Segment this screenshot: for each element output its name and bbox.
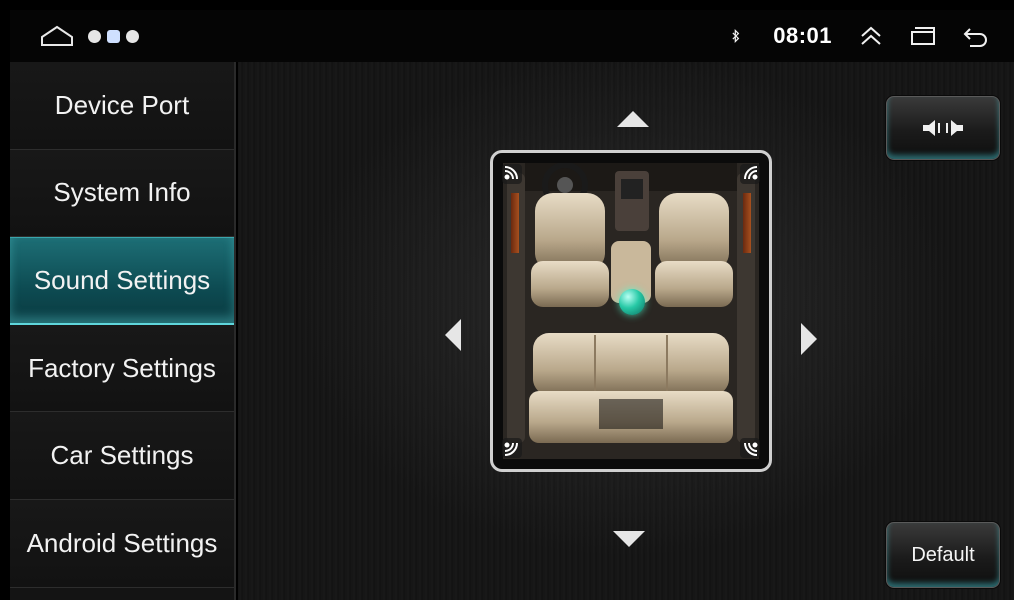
home-icon[interactable] — [40, 25, 74, 47]
triangle-up-icon — [617, 111, 649, 127]
sidebar-item-label: Factory Settings — [28, 352, 216, 383]
speaker-balance-icon — [923, 120, 963, 136]
balance-right-arrow[interactable] — [800, 322, 818, 356]
sidebar-item-factory-settings[interactable]: Factory Settings — [10, 324, 234, 413]
balance-left-arrow[interactable] — [444, 318, 462, 352]
triangle-down-icon — [613, 531, 645, 547]
default-button-label: Default — [911, 543, 975, 566]
speaker-front-right-icon[interactable] — [737, 161, 763, 187]
recent-apps-icon[interactable] — [910, 24, 936, 48]
sidebar-item-label: Device Port — [54, 89, 190, 120]
balance-position-marker[interactable] — [619, 289, 645, 315]
sidebar-item-device-port[interactable]: Device Port — [10, 62, 234, 150]
speaker-rear-left-icon[interactable] — [499, 435, 525, 461]
triangle-left-icon — [445, 319, 461, 351]
speaker-rear-right-icon[interactable] — [737, 435, 763, 461]
expand-icon[interactable] — [858, 24, 884, 48]
sidebar-item-label: Android Settings — [26, 527, 218, 558]
default-button[interactable]: Default — [886, 522, 1000, 588]
sidebar-item-system-info[interactable]: System Info — [10, 149, 234, 238]
app-notification-icon — [107, 29, 120, 43]
speaker-front-left-icon[interactable] — [499, 161, 525, 187]
mic-notification-icon — [126, 29, 139, 43]
notification-icons — [88, 29, 139, 43]
sidebar-item-car-settings[interactable]: Car Settings — [10, 412, 234, 500]
sidebar-item-label: Sound Settings — [33, 264, 211, 295]
sidebar-item-android-settings[interactable]: Android Settings — [10, 499, 234, 588]
shield-notification-icon — [88, 29, 101, 43]
triangle-right-icon — [801, 323, 817, 355]
settings-sidebar: Device Port System Info Sound Settings F… — [10, 62, 236, 600]
sidebar-item-label: System Info — [53, 177, 191, 208]
fade-rear-arrow[interactable] — [612, 530, 646, 548]
speaker-balance-area[interactable] — [490, 150, 772, 472]
back-icon[interactable] — [962, 24, 988, 48]
sidebar-item-sound-settings[interactable]: Sound Settings — [10, 237, 234, 325]
sound-balance-panel: Default — [238, 62, 1014, 600]
speaker-balance-button[interactable] — [886, 96, 1000, 160]
fade-forward-arrow[interactable] — [616, 110, 650, 128]
bluetooth-icon — [732, 28, 740, 44]
sidebar-item-label: Car Settings — [50, 440, 194, 471]
status-bar: 08:01 — [10, 10, 1014, 62]
clock-time: 08:01 — [773, 23, 832, 48]
